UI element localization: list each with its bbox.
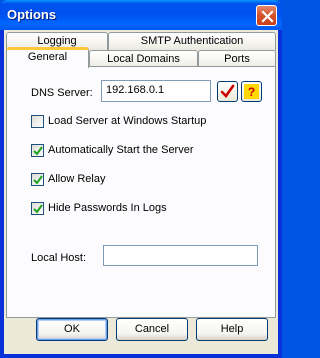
help-button[interactable]: Help bbox=[196, 318, 268, 341]
dns-server-label: DNS Server: bbox=[31, 87, 93, 99]
checkmark-icon bbox=[220, 84, 235, 99]
general-panel: DNS Server: 192.168.0.1 ? Load Server at… bbox=[6, 66, 276, 318]
checkmark-icon bbox=[33, 204, 43, 214]
checkbox-allow-relay[interactable] bbox=[31, 173, 44, 186]
checkbox-label: Hide Passwords In Logs bbox=[48, 202, 167, 214]
tab-label: General bbox=[27, 51, 68, 63]
checkbox-hide-passwords[interactable] bbox=[31, 202, 44, 215]
dns-server-value: 192.168.0.1 bbox=[106, 84, 165, 96]
dns-server-input[interactable]: 192.168.0.1 bbox=[101, 80, 211, 102]
tab-smtp-authentication[interactable]: SMTP Authentication bbox=[108, 32, 276, 51]
question-icon: ? bbox=[244, 84, 259, 99]
checkbox-auto-start[interactable] bbox=[31, 144, 44, 157]
checkbox-label: Load Server at Windows Startup bbox=[48, 115, 207, 127]
tab-label: Logging bbox=[37, 35, 77, 47]
title-bar[interactable]: Options bbox=[0, 0, 282, 30]
checkmark-icon bbox=[33, 175, 43, 185]
checkbox-load-at-startup[interactable] bbox=[31, 115, 44, 128]
options-dialog: Options Logging SMTP Authentication Gene… bbox=[0, 0, 282, 358]
window-title: Options bbox=[7, 7, 57, 22]
local-host-input[interactable] bbox=[103, 245, 258, 266]
button-label: Cancel bbox=[134, 323, 170, 335]
check-dns-button[interactable] bbox=[217, 81, 238, 102]
local-host-label: Local Host: bbox=[31, 252, 87, 264]
ok-button[interactable]: OK bbox=[36, 318, 108, 341]
close-button[interactable] bbox=[256, 5, 277, 26]
tab-label: Local Domains bbox=[107, 53, 180, 65]
close-icon bbox=[261, 10, 274, 23]
cancel-button[interactable]: Cancel bbox=[116, 318, 188, 341]
button-label: OK bbox=[64, 323, 80, 335]
button-label: Help bbox=[220, 323, 244, 335]
checkbox-label: Automatically Start the Server bbox=[48, 144, 194, 156]
tab-general[interactable]: General bbox=[6, 47, 89, 68]
tab-label: SMTP Authentication bbox=[140, 35, 244, 47]
svg-text:?: ? bbox=[248, 85, 255, 99]
checkbox-label: Allow Relay bbox=[48, 173, 106, 185]
checkmark-icon bbox=[33, 146, 43, 156]
dns-help-button[interactable]: ? bbox=[241, 81, 262, 102]
dialog-client: Logging SMTP Authentication General Loca… bbox=[4, 30, 278, 354]
tab-label: Ports bbox=[224, 53, 250, 65]
